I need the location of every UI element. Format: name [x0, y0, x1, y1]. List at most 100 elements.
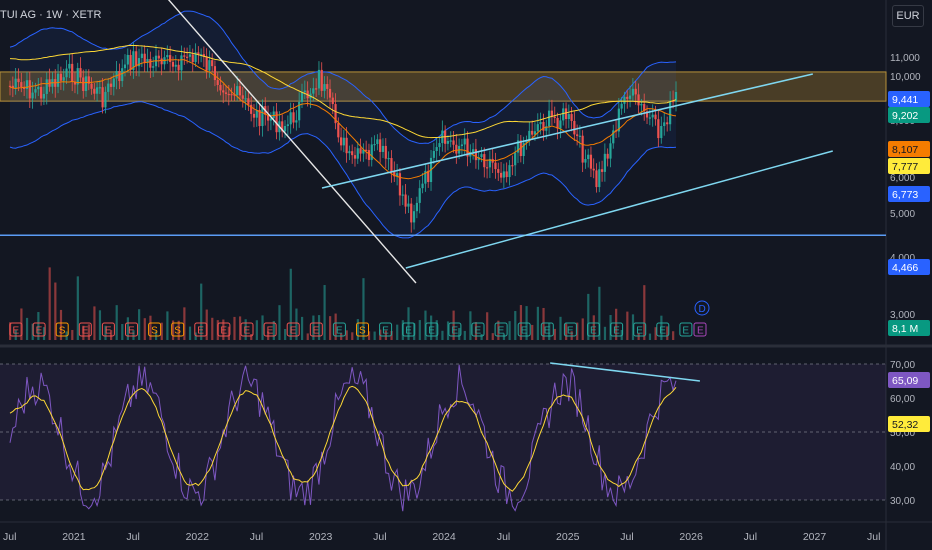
- candle-body: [351, 151, 354, 156]
- candle-body: [446, 141, 450, 144]
- candle-body: [463, 138, 466, 145]
- candle-body: [418, 188, 421, 203]
- earnings-marker-label: E: [405, 326, 412, 337]
- candle-body: [272, 111, 275, 119]
- candle-body: [315, 88, 318, 90]
- earnings-marker-label: E: [105, 326, 112, 337]
- candle-body: [300, 92, 304, 102]
- candle-body: [407, 203, 410, 207]
- earnings-marker-label: E: [475, 326, 482, 337]
- candle-body: [373, 144, 376, 146]
- candle-body: [79, 68, 82, 78]
- candle-body: [497, 169, 500, 173]
- volume-bar: [138, 309, 141, 340]
- candle-body: [499, 172, 503, 178]
- candle-body: [589, 154, 593, 169]
- candle-body: [129, 54, 132, 70]
- symbol-title[interactable]: TUI AG · 1W · XETR: [0, 9, 101, 21]
- time-axis-label: 2025: [556, 531, 580, 543]
- volume-bar: [458, 327, 461, 340]
- currency-button[interactable]: EUR: [892, 5, 924, 27]
- candle-body: [634, 88, 637, 95]
- volume-bar: [396, 324, 399, 340]
- upcoming-earnings-label: E: [697, 326, 704, 337]
- candle-body: [573, 120, 576, 135]
- candle-body: [82, 77, 85, 91]
- candle-body: [669, 100, 672, 125]
- volume-bar: [441, 330, 444, 340]
- candle-body: [460, 144, 464, 147]
- candle-body: [312, 88, 315, 94]
- earnings-marker-label: E: [267, 326, 274, 337]
- candle-body: [432, 151, 435, 158]
- candle-body: [14, 78, 17, 88]
- volume-bar: [188, 326, 192, 340]
- candle-body: [216, 80, 219, 86]
- price-badge-label: 9,202: [892, 110, 918, 122]
- candle-body: [654, 114, 657, 120]
- volume-bar: [486, 312, 489, 340]
- candle-body: [542, 121, 545, 131]
- volume-bar: [48, 267, 51, 340]
- earnings-marker-label: S: [151, 326, 158, 337]
- candle-body: [241, 95, 244, 99]
- rsi-badge: 65,09: [888, 372, 930, 388]
- volume-bar: [373, 331, 376, 340]
- volume-bar: [255, 320, 258, 340]
- candle-body: [213, 66, 217, 81]
- candle-body: [485, 167, 489, 169]
- earnings-marker-label: E: [82, 326, 89, 337]
- candle-body: [20, 82, 23, 88]
- candle-body: [592, 168, 595, 171]
- candle-body: [115, 71, 118, 79]
- price-badge-label: 6,773: [892, 189, 918, 201]
- candle-body: [303, 90, 306, 93]
- candle-body: [323, 84, 326, 91]
- volume-bar: [531, 324, 534, 340]
- earnings-marker-label: E: [290, 326, 297, 337]
- candle-body: [455, 144, 458, 154]
- earnings-marker-label: E: [451, 326, 458, 337]
- candle-body: [376, 139, 379, 145]
- candle-body: [620, 103, 623, 109]
- volume-bar: [306, 333, 309, 340]
- candle-body: [637, 94, 640, 106]
- volume-bar: [71, 329, 74, 340]
- earnings-marker-label: E: [197, 326, 204, 337]
- price-chart[interactable]: 11,00010,0009,0008,0007,0006,0005,0004,0…: [0, 0, 932, 550]
- candle-body: [135, 51, 138, 67]
- volume-bar: [143, 318, 146, 340]
- candle-body: [595, 170, 598, 188]
- volume-bar: [469, 311, 472, 340]
- candle-body: [339, 137, 343, 146]
- candle-body: [157, 55, 160, 59]
- candle-body: [205, 56, 208, 71]
- candle-body: [370, 144, 373, 160]
- volume-bar: [603, 326, 607, 340]
- candle-body: [502, 171, 505, 178]
- candle-body: [576, 134, 579, 136]
- candle-body: [556, 117, 559, 129]
- dividend-marker-label: D: [699, 304, 706, 315]
- volume-bar: [284, 328, 287, 340]
- candle-body: [531, 130, 534, 135]
- candle-body: [247, 98, 250, 105]
- candle-body: [121, 68, 124, 82]
- candle-body: [34, 89, 37, 93]
- candle-body: [598, 169, 601, 188]
- candle-body: [356, 148, 359, 159]
- volume-bar: [121, 323, 124, 340]
- volume-bar: [463, 330, 466, 340]
- candle-body: [449, 140, 452, 142]
- rsi-tick-label: 70,00: [890, 360, 915, 371]
- time-axis-label: Jul: [744, 531, 757, 543]
- price-tick-label: 5,000: [890, 209, 915, 220]
- price-badge-label: 7,777: [892, 161, 918, 173]
- candle-body: [666, 122, 669, 125]
- candle-body: [663, 122, 666, 127]
- candle-body: [98, 87, 101, 89]
- earnings-marker-label: E: [13, 326, 20, 337]
- candle-body: [345, 137, 348, 154]
- candle-body: [648, 117, 651, 119]
- price-badge: 6,773: [888, 186, 930, 202]
